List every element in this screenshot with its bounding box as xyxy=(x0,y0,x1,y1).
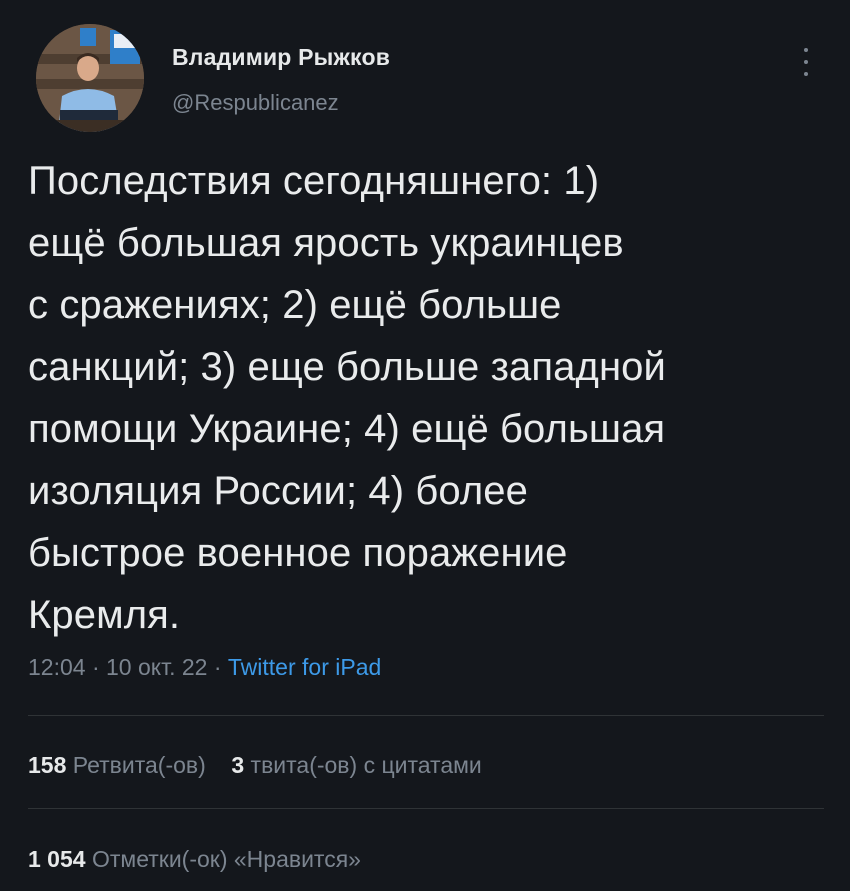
tweet-line: изоляция России; 4) более xyxy=(28,469,528,513)
tweet-line: быстрое военное поражение xyxy=(28,531,568,575)
tweet-meta: 12:04 · 10 окт. 22 · Twitter for iPad xyxy=(28,654,381,681)
dot xyxy=(804,48,808,52)
retweets-count: 158 xyxy=(28,752,67,778)
quotes-count: 3 xyxy=(231,752,245,778)
tweet-line: Кремля. xyxy=(28,593,181,637)
tweet-time[interactable]: 12:04 xyxy=(28,654,86,680)
tweet-line: с сражениях; 2) ещё больше xyxy=(28,283,562,327)
divider xyxy=(28,715,824,716)
tweet-text: Последствия сегодняшнего: 1) ещё большая… xyxy=(28,150,818,646)
likes-label: Отметки(-ок) «Нравится» xyxy=(91,846,361,872)
avatar-image xyxy=(36,24,144,132)
more-vertical-icon[interactable] xyxy=(796,44,816,80)
quotes-stat[interactable]: 3 твита(-ов) с цитатами xyxy=(231,752,481,778)
tweet-line: санкций; 3) еще больше западной xyxy=(28,345,666,389)
tweet-card: Владимир Рыжков @Respublicanez Последств… xyxy=(0,0,850,891)
author-name[interactable]: Владимир Рыжков xyxy=(172,44,390,71)
tweet-line: помощи Украине; 4) ещё большая xyxy=(28,407,666,451)
dot xyxy=(804,60,808,64)
tweet-source-link[interactable]: Twitter for iPad xyxy=(228,654,381,680)
likes-stat[interactable]: 1 054 Отметки(-ок) «Нравится» xyxy=(28,846,361,872)
profile-avatar[interactable] xyxy=(36,24,144,132)
meta-separator: · xyxy=(85,654,107,680)
retweets-label: Ретвита(-ов) xyxy=(72,752,206,778)
tweet-line: Последствия сегодняшнего: 1) xyxy=(28,159,600,203)
likes-count: 1 054 xyxy=(28,846,86,872)
divider xyxy=(28,808,824,809)
engagement-stats: 158 Ретвита(-ов) 3 твита(-ов) с цитатами xyxy=(28,752,482,779)
tweet-date[interactable]: 10 окт. 22 xyxy=(106,654,207,680)
retweets-stat[interactable]: 158 Ретвита(-ов) xyxy=(28,752,206,778)
dot xyxy=(804,72,808,76)
meta-separator: · xyxy=(207,654,228,680)
quotes-label: твита(-ов) с цитатами xyxy=(250,752,482,778)
tweet-line: ещё большая ярость украинцев xyxy=(28,221,624,265)
author-handle[interactable]: @Respublicanez xyxy=(172,90,339,116)
likes-stats: 1 054 Отметки(-ок) «Нравится» xyxy=(28,846,361,873)
